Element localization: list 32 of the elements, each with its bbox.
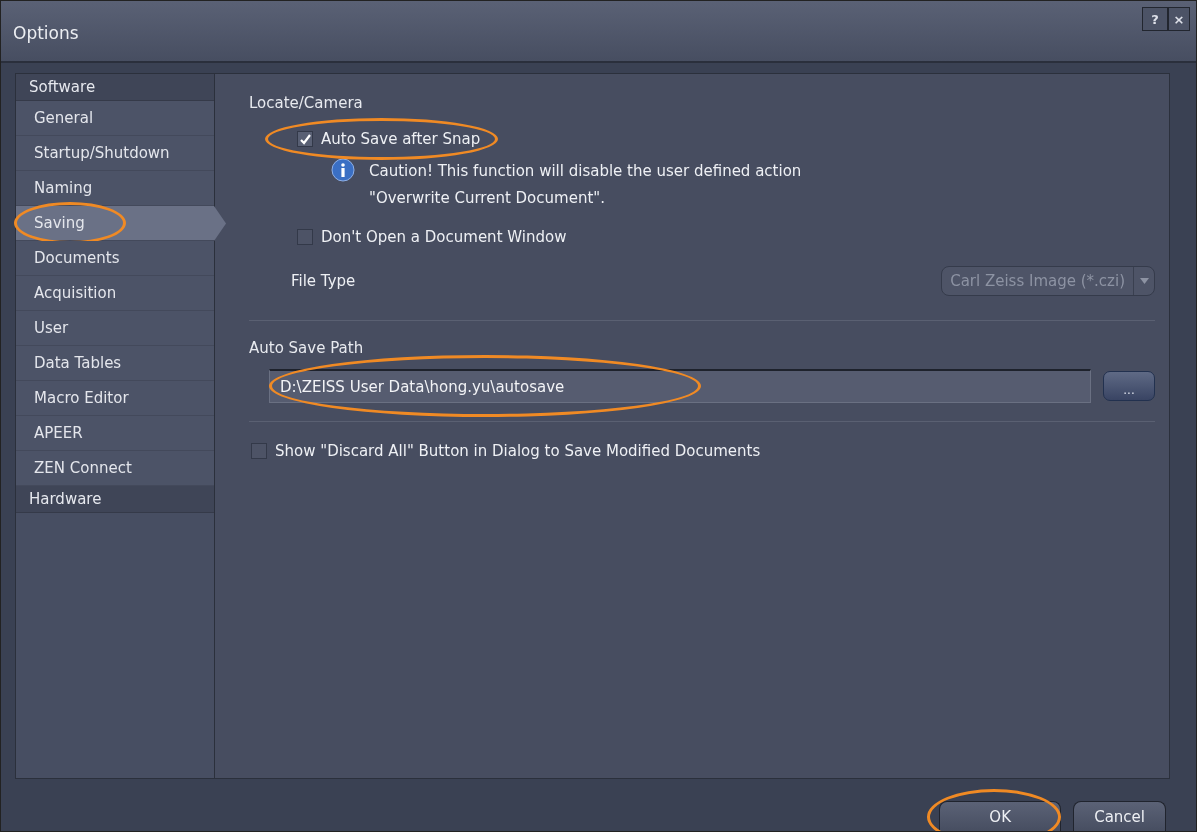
sidebar-item[interactable]: General	[16, 101, 214, 136]
sidebar-item[interactable]: Naming	[16, 171, 214, 206]
sidebar-group-header[interactable]: Software	[16, 74, 214, 101]
checkbox-label: Show "Discard All" Button in Dialog to Save Modified Documents	[275, 442, 761, 460]
sidebar-item[interactable]: Acquisition	[16, 276, 214, 311]
browse-button[interactable]: ...	[1103, 371, 1155, 401]
caution-text: Caution! This function will disable the user defined action "Overwrite Current Document".	[369, 161, 802, 209]
sidebar-item[interactable]: APEER	[16, 416, 214, 451]
sidebar-item[interactable]: Macro Editor	[16, 381, 214, 416]
checkbox-label: Don't Open a Document Window	[321, 228, 567, 246]
sidebar-item[interactable]: User	[16, 311, 214, 346]
sidebar-item[interactable]: Saving	[16, 206, 226, 241]
sidebar-group-header[interactable]: Hardware	[16, 486, 214, 513]
sidebar-item[interactable]: ZEN Connect	[16, 451, 214, 486]
path-field[interactable]: D:\ZEISS User Data\hong.yu\autosave	[269, 369, 1091, 403]
close-button[interactable]: ×	[1168, 7, 1190, 31]
checkbox[interactable]	[297, 131, 313, 147]
sidebar-item[interactable]: Data Tables	[16, 346, 214, 381]
caret-icon	[1139, 278, 1149, 284]
field-label: File Type	[291, 272, 356, 290]
info-icon	[331, 158, 355, 182]
checkbox[interactable]	[251, 443, 267, 459]
sidebar-item[interactable]: Startup/Shutdown	[16, 136, 214, 171]
help-button[interactable]: ?	[1142, 7, 1168, 31]
sidebar-item[interactable]: Documents	[16, 241, 214, 276]
section-title: Locate/Camera	[249, 94, 364, 112]
checkbox[interactable]	[297, 229, 313, 245]
dialog-button[interactable]: Cancel	[1073, 801, 1166, 831]
window-title: Options	[13, 23, 79, 43]
section-title: Auto Save Path	[249, 339, 365, 357]
checkbox-label: Auto Save after Snap	[321, 130, 481, 148]
dialog-button[interactable]: OK	[939, 801, 1062, 831]
